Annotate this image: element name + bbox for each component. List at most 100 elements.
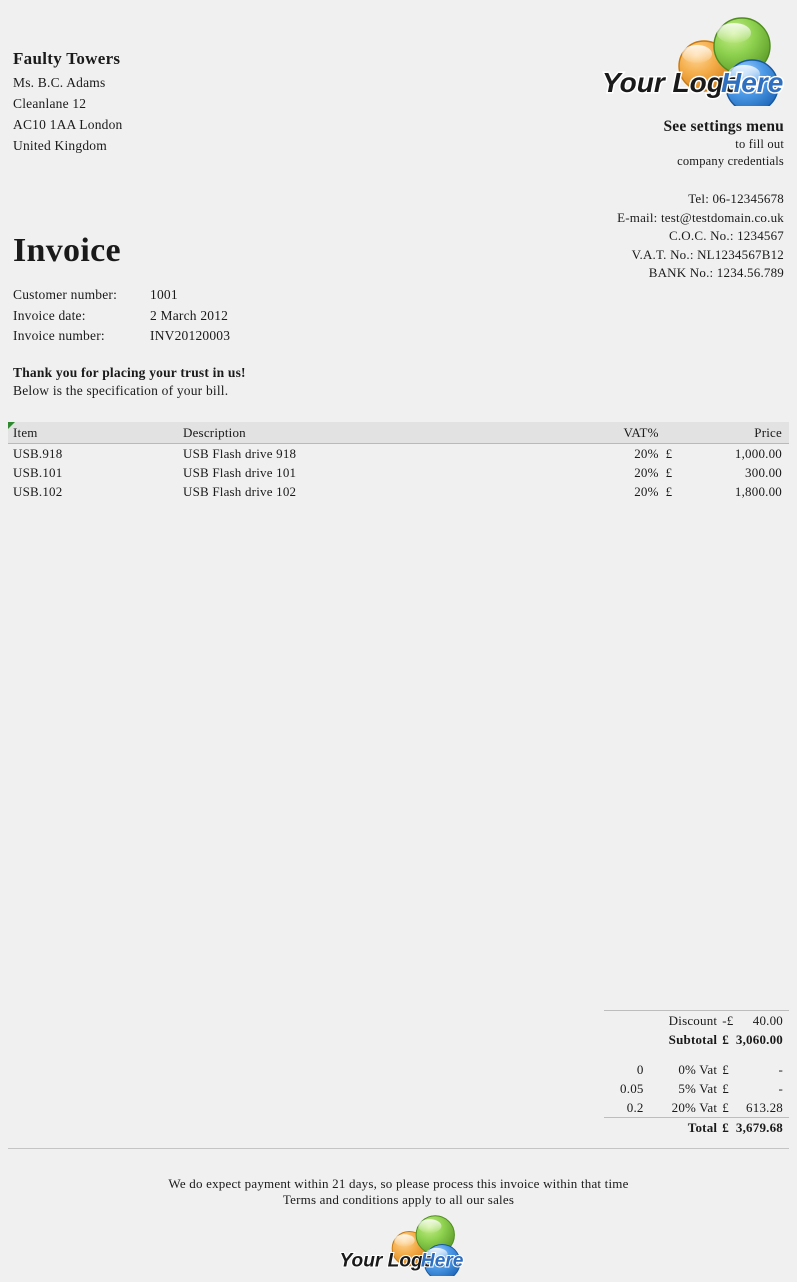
cell-vat: 20% (634, 464, 659, 480)
table-row: USB.918 USB Flash drive 918 20% £ 1,000.… (8, 444, 789, 464)
footer-logo-gloss-orange (393, 1234, 415, 1247)
invoice-number-label: Invoice number: (13, 328, 105, 343)
thank-you-block: Thank you for placing your trust in us! … (13, 364, 246, 400)
vat20-value: 613.28 (746, 1099, 783, 1115)
totals-row-total: Total £ 3,679.68 (604, 1117, 789, 1137)
company-email: E-mail: test@testdomain.co.uk (617, 209, 784, 225)
footer-logo-text-blue: Here (420, 1250, 463, 1271)
logo-gloss-orange (682, 45, 712, 63)
vat20-label: 20% Vat (671, 1099, 718, 1115)
subtotal-value: 3,060.00 (735, 1031, 783, 1047)
cell-item: USB.101 (13, 464, 63, 480)
vat5-label: 5% Vat (678, 1080, 718, 1096)
vat5-currency: £ (722, 1080, 729, 1096)
company-tel: Tel: 06-12345678 (688, 191, 784, 206)
total-label: Total (652, 1117, 723, 1137)
footer-payment-terms: We do expect payment within 21 days, so … (168, 1176, 629, 1191)
company-contacts-block: Tel: 06-12345678 E-mail: test@testdomain… (617, 190, 784, 283)
customer-address-line: United Kingdom (13, 138, 107, 153)
invoice-number-value: INV20120003 (150, 328, 231, 343)
cell-currency: £ (665, 464, 673, 480)
cell-item: USB.102 (13, 483, 63, 499)
column-header-price: Price (690, 422, 789, 444)
totals-row-vat-0: 0 0% Vat £ - (604, 1060, 789, 1079)
company-logo: Your Logo Here (601, 17, 784, 106)
cell-vat: 20% (634, 483, 659, 499)
thank-you-heading: Thank you for placing your trust in us! (13, 365, 246, 380)
vat20-currency: £ (722, 1099, 729, 1115)
vat0-currency: £ (722, 1061, 729, 1077)
table-header-row: Item Description VAT% Price (8, 422, 789, 444)
footer-conditions: Terms and conditions apply to all our sa… (282, 1192, 515, 1207)
invoice-meta-row: Invoice number: INV20120003 (13, 326, 230, 347)
footer-logo-gloss-green (417, 1219, 441, 1233)
cell-currency: £ (665, 483, 673, 499)
discount-currency: -£ (722, 1010, 736, 1030)
vat0-label: 0% Vat (678, 1061, 718, 1077)
spacer-cell (736, 1049, 789, 1060)
logo-gloss-green (717, 23, 751, 43)
customer-address-line: Cleanlane 12 (13, 96, 87, 111)
customer-address-block: Faulty Towers Ms. B.C. Adams Cleanlane 1… (13, 48, 123, 156)
column-header-vat: VAT% (569, 422, 666, 444)
totals-row-subtotal: Subtotal £ 3,060.00 (604, 1030, 789, 1049)
settings-menu-heading: See settings menu (663, 118, 784, 135)
spacer-cell (653, 1049, 723, 1060)
discount-label: Discount (652, 1010, 723, 1030)
total-value: 3,679.68 (735, 1117, 789, 1137)
total-currency: £ (722, 1117, 736, 1137)
cell-description: USB Flash drive 101 (183, 464, 297, 480)
cell-description: USB Flash drive 102 (183, 483, 297, 499)
invoice-date-label: Invoice date: (13, 307, 86, 323)
customer-number-label: Customer number: (13, 287, 118, 302)
totals-row-discount: Discount -£ 40.00 (604, 1010, 789, 1030)
invoice-meta-block: Customer number: 1001 Invoice date: 2 Ma… (13, 285, 230, 347)
cell-vat: 20% (634, 445, 659, 461)
settings-menu-subline: to fill out (735, 137, 784, 151)
subtotal-currency: £ (722, 1031, 729, 1047)
footer-divider (8, 1148, 789, 1149)
subtotal-rate (604, 1030, 653, 1049)
totals-table: Discount -£ 40.00 Subtotal £ 3,060.00 0 … (604, 1010, 789, 1137)
cell-currency: £ (665, 445, 673, 461)
table-row: USB.101 USB Flash drive 101 20% £ 300.00 (8, 463, 789, 482)
thank-you-subtext: Below is the specification of your bill. (13, 383, 229, 398)
discount-rate (604, 1010, 653, 1030)
totals-spacer-row (604, 1049, 789, 1060)
logo-text-blue: Here (721, 67, 783, 98)
settings-menu-subline: company credentials (677, 154, 784, 168)
page-title: Invoice (13, 232, 121, 269)
footer-logo: Your Logo Here (338, 1215, 464, 1276)
customer-name: Faulty Towers (13, 49, 121, 68)
total-rate (604, 1117, 653, 1137)
column-header-description: Description (178, 422, 570, 444)
totals-row-vat-5: 0.05 5% Vat £ - (604, 1079, 789, 1098)
vat0-rate: 0 (636, 1061, 644, 1077)
company-coc-number: C.O.C. No.: 1234567 (668, 228, 784, 243)
company-bank-number: BANK No.: 1234.56.789 (648, 265, 784, 280)
totals-row-vat-20: 0.2 20% Vat £ 613.28 (604, 1098, 789, 1118)
discount-value: 40.00 (735, 1010, 789, 1030)
cell-comment-marker-icon (8, 422, 15, 429)
footer-terms-block: We do expect payment within 21 days, so … (0, 1176, 797, 1208)
line-items-table: Item Description VAT% Price USB.918 USB … (8, 422, 789, 501)
vat20-rate: 0.2 (626, 1099, 644, 1115)
cell-price: 300.00 (745, 464, 782, 480)
table-row: USB.102 USB Flash drive 102 20% £ 1,800.… (8, 482, 789, 501)
company-credentials-heading-block: See settings menu to fill out company cr… (663, 118, 784, 170)
vat0-value: - (778, 1061, 783, 1077)
spacer-cell (604, 1049, 653, 1060)
invoice-page: Faulty Towers Ms. B.C. Adams Cleanlane 1… (0, 0, 797, 1282)
cell-item: USB.918 (13, 445, 63, 461)
vat5-value: - (778, 1080, 783, 1096)
customer-number-value: 1001 (150, 287, 178, 302)
cell-price: 1,000.00 (734, 445, 782, 461)
customer-address-line: AC10 1AA London (13, 117, 123, 132)
subtotal-label: Subtotal (668, 1031, 718, 1047)
invoice-meta-row: Invoice date: 2 March 2012 (13, 306, 230, 327)
company-vat-number: V.A.T. No.: NL1234567B12 (631, 246, 784, 262)
column-header-currency (665, 422, 691, 444)
invoice-date-value: 2 March 2012 (150, 307, 229, 323)
customer-address-line: Ms. B.C. Adams (13, 75, 106, 90)
invoice-meta-row: Customer number: 1001 (13, 285, 230, 306)
